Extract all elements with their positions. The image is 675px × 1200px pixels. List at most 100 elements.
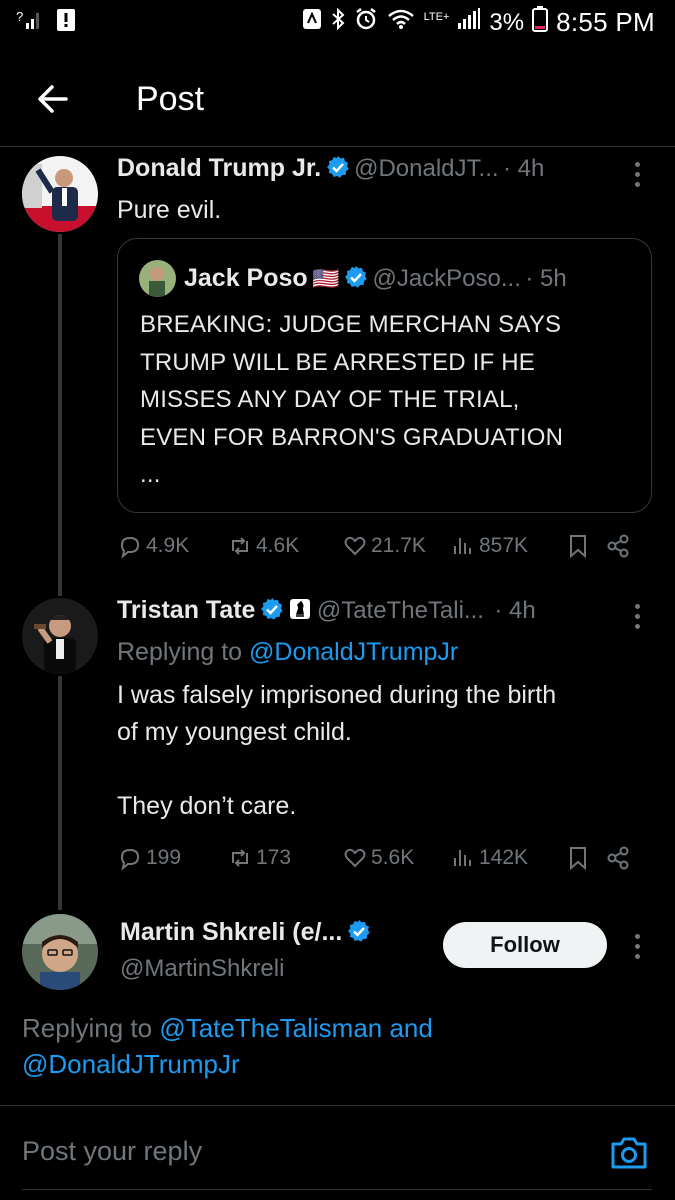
quoted-text-line: MISSES ANY DAY OF THE TRIAL, — [140, 386, 520, 413]
repost-button[interactable]: 173 — [227, 845, 342, 871]
battery-percent: 3% — [489, 8, 525, 36]
follow-button[interactable]: Follow — [443, 922, 607, 968]
status-left: ? — [16, 8, 76, 38]
quoted-author-name: Jack Poso — [184, 264, 308, 292]
author-name[interactable]: Tristan Tate — [117, 596, 255, 624]
verified-badge-icon — [260, 598, 283, 620]
page-title: Post — [136, 80, 205, 118]
author-handle: @DonaldJT... — [354, 155, 499, 182]
camera-button[interactable] — [609, 1134, 649, 1172]
heart-icon — [344, 536, 366, 556]
replying-to-line: Replying to @DonaldJTrumpJr — [117, 638, 458, 667]
like-count: 5.6K — [371, 846, 415, 869]
quoted-author-handle: @JackPoso... — [372, 265, 521, 292]
signal-icon — [457, 7, 481, 38]
quoted-text-line: ... — [140, 461, 161, 488]
us-flag-icon: 🇺🇸 — [312, 266, 340, 291]
lte-indicator: LTE+ — [423, 11, 450, 23]
replying-to-link[interactable]: @DonaldJTrumpJr — [22, 1049, 240, 1079]
share-icon — [607, 846, 629, 870]
reply-count: 199 — [146, 846, 182, 869]
repost-button[interactable]: 4.6K — [227, 533, 342, 559]
avatar[interactable] — [22, 156, 98, 232]
nfc-icon — [302, 7, 322, 38]
reply-button[interactable]: 199 — [117, 845, 227, 871]
share-button[interactable] — [605, 533, 631, 559]
heart-icon — [344, 848, 366, 868]
bluetooth-icon — [330, 7, 346, 38]
post-time: · 4h — [502, 155, 545, 182]
bookmark-button[interactable] — [565, 533, 605, 559]
views-icon — [454, 538, 471, 554]
reply-icon — [120, 536, 140, 559]
thread-line — [58, 234, 62, 596]
more-options-button[interactable] — [635, 604, 643, 634]
more-options-button[interactable] — [635, 934, 643, 964]
status-bar: ? LTE+ 3% 8:55 PM — [0, 0, 675, 46]
tweet-text-line: I was falsely imprisoned during the birt… — [117, 681, 557, 709]
bookmark-button[interactable] — [565, 845, 605, 871]
author-name[interactable]: Martin Shkreli (e/... — [120, 918, 342, 946]
alert-icon — [56, 8, 76, 38]
camera-icon — [611, 1137, 647, 1169]
view-count: 142K — [479, 846, 529, 869]
repost-count: 173 — [256, 846, 292, 869]
replying-to-prefix: Replying to — [117, 638, 243, 666]
tweet-header: Donald Trump Jr. @DonaldJT... · 4h — [117, 154, 617, 183]
views-button[interactable]: 857K — [450, 533, 565, 559]
replying-to-link[interactable]: @TateTheTalisman and — [159, 1013, 433, 1043]
share-button[interactable] — [605, 845, 631, 871]
clock: 8:55 PM — [556, 7, 655, 37]
quoted-text-line: BREAKING: JUDGE MERCHAN SAYS — [140, 311, 562, 338]
battery-icon — [532, 6, 549, 39]
tweet-text-line: They don’t care. — [117, 792, 297, 820]
like-count: 21.7K — [371, 534, 426, 557]
tweet-text: Pure evil. — [117, 196, 222, 224]
author-handle: @TateTheTali... — [316, 597, 484, 624]
verified-badge-icon — [326, 156, 349, 178]
bookmark-icon — [570, 847, 586, 871]
repost-icon — [232, 537, 248, 555]
reply-icon — [120, 848, 140, 871]
more-options-button[interactable] — [635, 162, 643, 192]
share-icon — [607, 534, 629, 558]
avatar[interactable] — [22, 914, 98, 990]
avatar[interactable] — [22, 598, 98, 674]
tweet-text-line — [117, 751, 657, 788]
views-button[interactable]: 142K — [450, 845, 565, 871]
bookmark-icon — [570, 535, 586, 559]
alarm-icon — [354, 7, 378, 38]
like-button[interactable]: 5.6K — [342, 845, 450, 871]
author-row: Martin Shkreli (e/... — [120, 918, 430, 947]
verified-badge-icon — [345, 266, 367, 288]
action-bar: 4.9K 4.6K 21.7K 857K — [117, 533, 647, 559]
status-right: LTE+ 3% 8:55 PM — [302, 6, 655, 39]
tweet-header: Tristan Tate @TateTheTali... · 4h — [117, 596, 627, 625]
verified-badge-icon — [347, 920, 370, 942]
views-icon — [454, 850, 471, 866]
reply-divider — [0, 1105, 675, 1106]
author-name[interactable]: Donald Trump Jr. — [117, 154, 321, 182]
reply-button[interactable]: 4.9K — [117, 533, 227, 559]
post-time: · 4h — [494, 597, 536, 624]
tweet-text: I was falsely imprisoned during the birt… — [117, 677, 657, 825]
quoted-text-line: EVEN FOR BARRON'S GRADUATION — [140, 423, 564, 451]
like-button[interactable]: 21.7K — [342, 533, 450, 559]
replying-to-link[interactable]: @DonaldJTrumpJr — [249, 638, 458, 666]
back-button[interactable] — [36, 82, 70, 116]
affiliate-badge-icon — [290, 599, 311, 619]
repost-count: 4.6K — [256, 534, 300, 557]
header-divider — [0, 146, 675, 147]
reply-count: 4.9K — [146, 534, 190, 557]
tweet-text-line: of my youngest child. — [117, 718, 352, 746]
action-bar: 199 173 5.6K 142K — [117, 845, 647, 871]
wifi-icon — [386, 7, 416, 38]
quoted-avatar — [139, 260, 176, 297]
reply-input[interactable]: Post your reply — [22, 1136, 202, 1167]
svg-text:?: ? — [16, 9, 23, 24]
quoted-post-time: · 5h — [525, 265, 567, 292]
quoted-text: BREAKING: JUDGE MERCHAN SAYS TRUMP WILL … — [140, 306, 640, 494]
arrow-left-icon — [38, 85, 68, 113]
view-count: 857K — [479, 534, 529, 557]
quoted-text-line: TRUMP WILL BE ARRESTED IF HE — [140, 348, 536, 376]
